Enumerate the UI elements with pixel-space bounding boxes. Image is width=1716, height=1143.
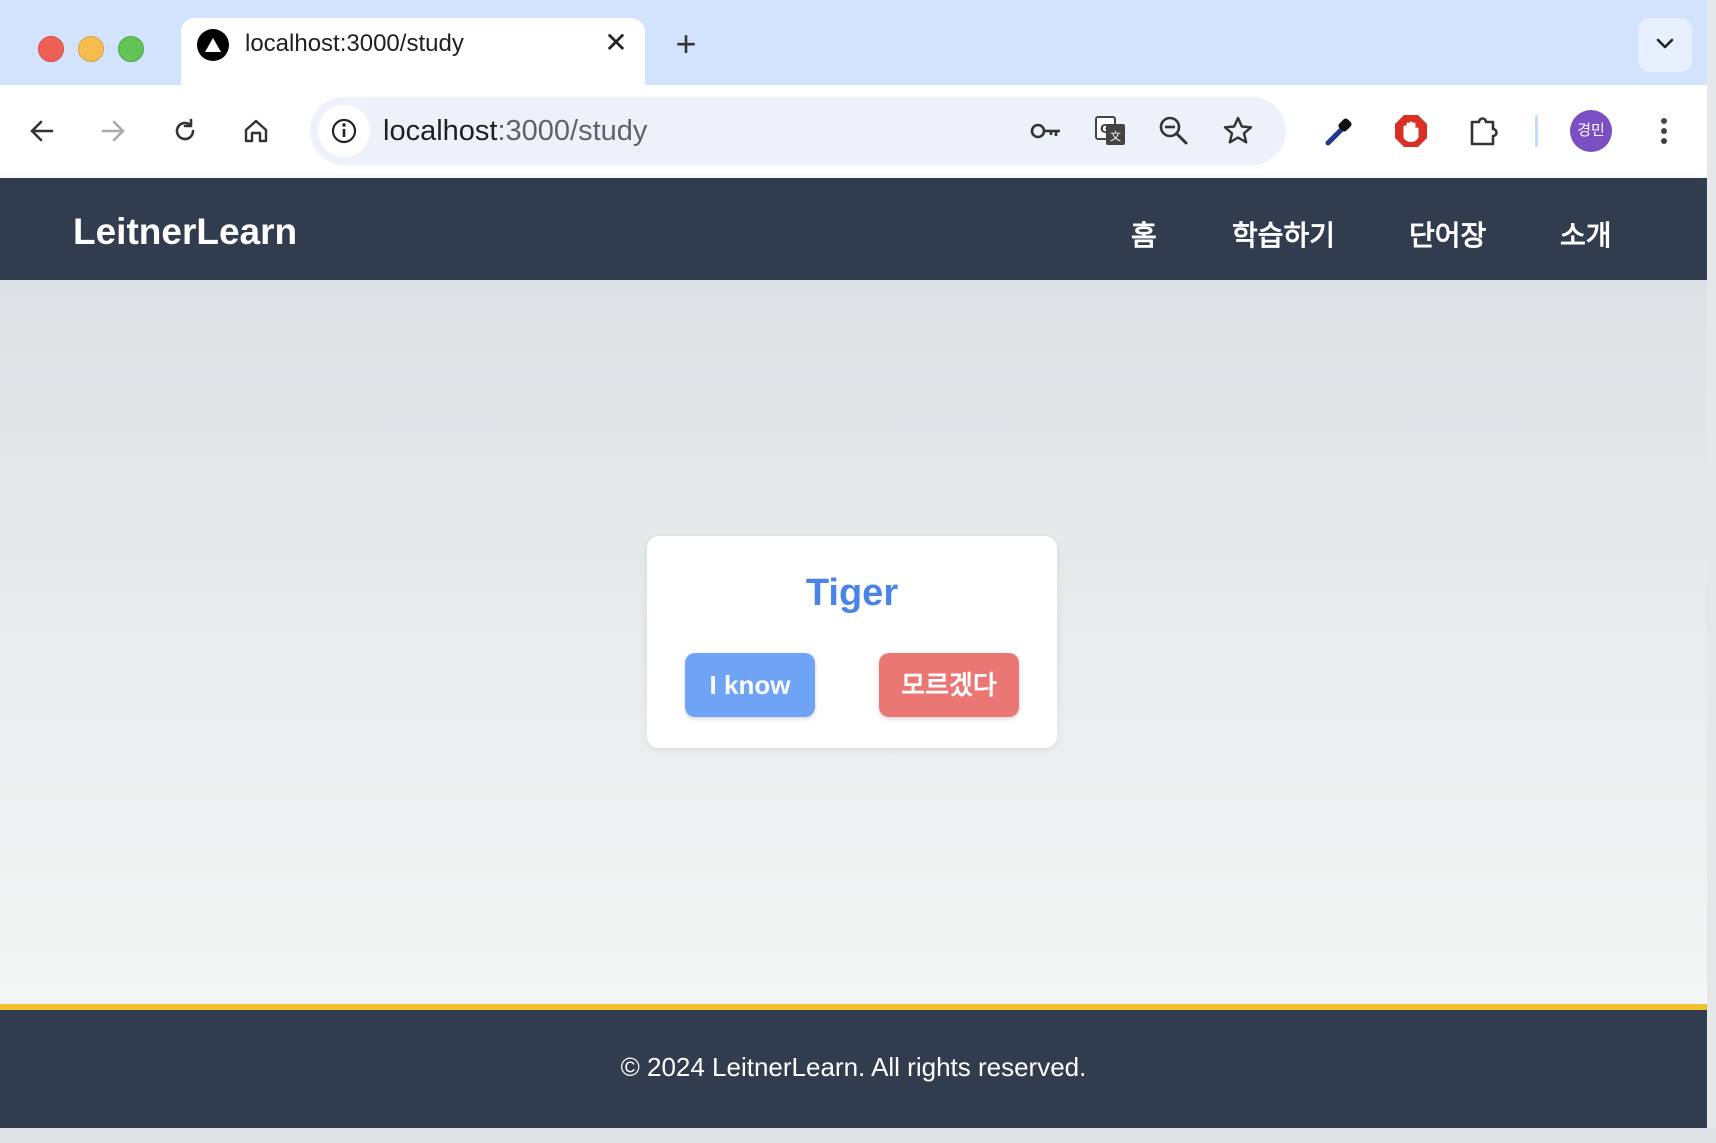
browser-window: localhost:3000/study ✕ + localhost:3000/…: [0, 0, 1707, 1128]
adblock-hand-icon: [1395, 115, 1427, 147]
info-icon: [331, 118, 357, 144]
eyedropper-extension-button[interactable]: [1318, 109, 1362, 153]
triangle-favicon-icon: [197, 29, 229, 61]
flashcard-word: Tiger: [805, 572, 899, 614]
brand-logo[interactable]: LeitnerLearn: [73, 211, 297, 253]
toolbar-divider: [1535, 115, 1538, 147]
nav-study[interactable]: 학습하기: [1232, 214, 1335, 254]
tab-search-button[interactable]: [1638, 18, 1692, 72]
active-tab[interactable]: localhost:3000/study ✕: [181, 18, 645, 85]
more-menu-button[interactable]: [1642, 109, 1686, 153]
svg-text:G: G: [1100, 122, 1110, 136]
flashcard: Tiger I know 모르겠다: [647, 536, 1057, 748]
extensions-button[interactable]: [1462, 109, 1506, 153]
star-icon: [1223, 116, 1253, 144]
dot-icon: [1661, 128, 1667, 134]
forward-button[interactable]: [91, 109, 135, 153]
dot-icon: [1661, 138, 1667, 144]
reload-icon: [175, 118, 195, 141]
dont-know-button[interactable]: 모르겠다: [879, 653, 1019, 717]
nav-about[interactable]: 소개: [1560, 214, 1612, 254]
translate-icon: G 文: [1095, 116, 1125, 145]
url-text[interactable]: localhost:3000/study: [383, 115, 647, 148]
app-header: LeitnerLearn 홈 학습하기 단어장 소개: [0, 178, 1707, 280]
window-bottom-edge: [0, 1128, 1716, 1143]
i-know-button[interactable]: I know: [685, 653, 815, 717]
browser-toolbar: localhost:3000/study G 文 경민: [0, 85, 1707, 179]
url-host: localhost: [383, 115, 498, 147]
home-icon: [244, 119, 268, 143]
reload-button[interactable]: [163, 109, 207, 153]
profile-avatar[interactable]: 경민: [1570, 110, 1612, 152]
nav-home[interactable]: 홈: [1131, 214, 1157, 254]
tab-title: localhost:3000/study: [245, 30, 464, 57]
window-edge: [1707, 0, 1716, 1143]
tab-strip: localhost:3000/study ✕ +: [0, 0, 1707, 85]
footer-copyright: © 2024 LeitnerLearn. All rights reserved…: [620, 1052, 1087, 1082]
arrow-left-icon: [30, 120, 54, 142]
zoom-button[interactable]: [1154, 111, 1194, 151]
key-icon: [1030, 123, 1060, 139]
dot-icon: [1661, 118, 1667, 124]
svg-text:文: 文: [1110, 129, 1121, 143]
back-button[interactable]: [20, 109, 64, 153]
site-info-button[interactable]: [318, 105, 370, 157]
bookmark-button[interactable]: [1218, 111, 1258, 151]
arrow-right-icon: [101, 120, 125, 142]
chevron-down-icon: [1656, 38, 1674, 49]
close-tab-icon[interactable]: ✕: [599, 26, 633, 60]
nav-wordbook[interactable]: 단어장: [1409, 214, 1486, 254]
close-window-button[interactable]: [38, 36, 64, 62]
home-button[interactable]: [234, 109, 278, 153]
maximize-window-button[interactable]: [118, 36, 144, 62]
puzzle-icon: [1470, 117, 1498, 146]
zoom-out-icon: [1159, 116, 1188, 145]
translate-button[interactable]: G 文: [1090, 111, 1130, 151]
address-bar[interactable]: localhost:3000/study G 文: [310, 97, 1286, 165]
minimize-window-button[interactable]: [78, 36, 104, 62]
new-tab-button[interactable]: +: [668, 26, 704, 62]
adblock-extension-button[interactable]: [1389, 109, 1433, 153]
app-footer: © 2024 LeitnerLearn. All rights reserved…: [0, 1010, 1707, 1128]
password-key-button[interactable]: [1025, 111, 1065, 151]
url-path: :3000/study: [497, 115, 648, 147]
eyedropper-icon: [1325, 118, 1352, 146]
